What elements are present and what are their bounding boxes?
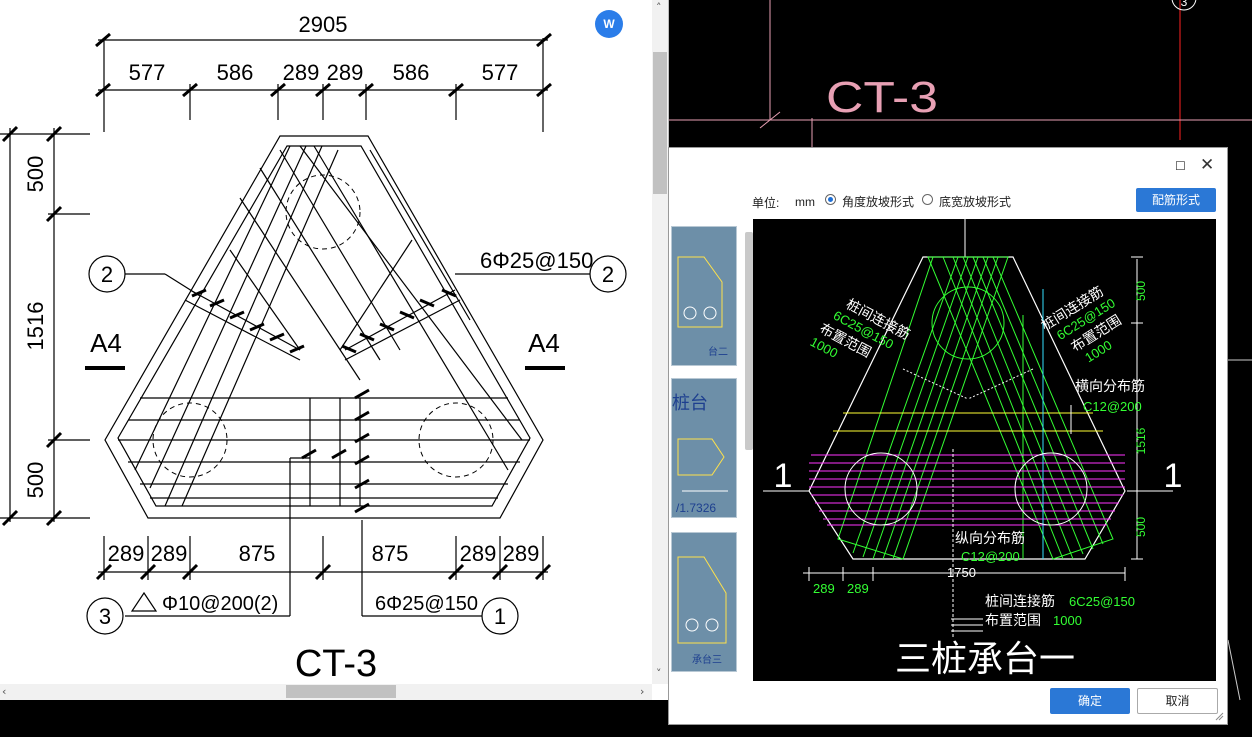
scroll-right-icon[interactable]: › <box>640 686 644 698</box>
dim-bottom-1: 289 <box>108 541 145 566</box>
dim-top-3: 289 <box>283 60 320 85</box>
thumbnail-caption: 承台三 <box>692 653 722 666</box>
dim-top-5: 586 <box>393 60 430 85</box>
cancel-button[interactable]: 取消 <box>1137 688 1218 714</box>
unit-value: mm <box>795 195 815 209</box>
callout-right-text: 6Φ25@150 <box>480 248 593 273</box>
dim-top-total: 2905 <box>299 12 348 37</box>
bottom-rebar-label: 桩间连接筋 <box>985 593 1055 609</box>
bg-corner-marker: 3 <box>1181 0 1188 9</box>
dim-right-2: 1516 <box>1134 427 1148 454</box>
longitudinal-rebar-label: 纵向分布筋 <box>955 530 1025 546</box>
callout-right-number: 2 <box>602 262 614 287</box>
dim-top-4: 289 <box>327 60 364 85</box>
dim-top-2: 586 <box>217 60 254 85</box>
dim-bottom-6: 289 <box>503 541 540 566</box>
scroll-left-icon[interactable]: ‹ <box>2 686 6 698</box>
bottom-rebar-value: 6C25@150 <box>1069 594 1135 609</box>
canvas-title: 三桩承台一 <box>895 638 1075 679</box>
callout-1-number: 1 <box>494 604 506 629</box>
rebar-style-button[interactable]: 配筋形式 <box>1136 188 1216 212</box>
maximize-icon[interactable]: ☐ <box>1175 159 1187 173</box>
radio-width-slope[interactable] <box>922 194 933 205</box>
dim-left-3: 500 <box>23 462 48 499</box>
word-export-icon[interactable]: W <box>595 10 623 38</box>
thumbnail-caption: 台二 <box>708 345 728 358</box>
section-label-left: A4 <box>90 328 122 358</box>
thumbnail-item[interactable]: 承台三 <box>671 532 737 672</box>
dim-bottom-2: 289 <box>151 541 188 566</box>
bottom-range-value: 1000 <box>1053 613 1082 628</box>
thumbnail-scroll-thumb[interactable] <box>745 232 753 450</box>
close-icon[interactable]: ✕ <box>1200 156 1216 174</box>
callout-left-number: 2 <box>101 262 113 287</box>
dim-left-1: 500 <box>23 156 48 193</box>
section-label-right: A4 <box>528 328 560 358</box>
dim-right-1: 500 <box>1134 281 1148 301</box>
dim-top-1: 577 <box>129 60 166 85</box>
canvas-section-left: 1 <box>774 457 793 495</box>
radio-width-slope-label[interactable]: 底宽放坡形式 <box>939 193 1011 210</box>
dim-left-2: 1516 <box>23 302 48 351</box>
transverse-rebar-label: 横向分布筋 <box>1075 378 1145 394</box>
dim-bottom-total: 1750 <box>947 565 976 580</box>
dim-right-3: 500 <box>1134 517 1148 537</box>
radio-angle-slope-label[interactable]: 角度放坡形式 <box>842 193 914 210</box>
bg-cad-title: CT-3 <box>826 73 938 122</box>
dim-bottom-4: 875 <box>372 541 409 566</box>
callout-3-text: Φ10@200(2) <box>162 593 278 615</box>
ok-button[interactable]: 确定 <box>1050 688 1130 714</box>
thumbnail-item[interactable]: 桩台 /1.7326 <box>671 378 737 518</box>
thumbnail-value: /1.7326 <box>676 501 716 515</box>
dim-bottom-small-1: 289 <box>813 581 835 596</box>
scroll-up-icon[interactable]: ˄ <box>656 2 662 14</box>
preview-drawing: 2905 577 586 289 289 586 577 500 1516 50… <box>0 12 627 684</box>
preview-vertical-scroll-thumb[interactable] <box>653 52 667 194</box>
unit-label: 单位: <box>752 196 780 210</box>
pile-cap-canvas[interactable]: 1 1 桩间连接筋 6C25@150 布置范围 1000 桩间连接筋 6C25@… <box>753 219 1216 681</box>
preview-title: CT-3 <box>295 643 377 684</box>
preview-horizontal-scroll-thumb[interactable] <box>286 685 396 698</box>
resize-grip-icon[interactable] <box>1214 711 1224 721</box>
radio-angle-slope[interactable] <box>825 194 836 205</box>
thumbnail-caption: 桩台 <box>672 393 708 413</box>
dim-bottom-5: 289 <box>460 541 497 566</box>
transverse-rebar-value: C12@200 <box>1083 399 1142 414</box>
longitudinal-rebar-value: C12@200 <box>961 549 1020 564</box>
bottom-range-label: 布置范围 <box>985 612 1041 628</box>
drawing-preview-window: 2905 577 586 289 289 586 577 500 1516 50… <box>0 0 669 700</box>
dim-top-6: 577 <box>482 60 519 85</box>
callout-1-text: 6Φ25@150 <box>375 593 478 615</box>
dim-bottom-small-2: 289 <box>847 581 869 596</box>
thumbnail-item[interactable]: 台二 <box>671 226 737 366</box>
canvas-section-right: 1 <box>1164 457 1183 495</box>
dim-bottom-3: 875 <box>239 541 276 566</box>
scroll-down-icon[interactable]: ˅ <box>656 668 662 680</box>
callout-3-number: 3 <box>99 604 111 629</box>
